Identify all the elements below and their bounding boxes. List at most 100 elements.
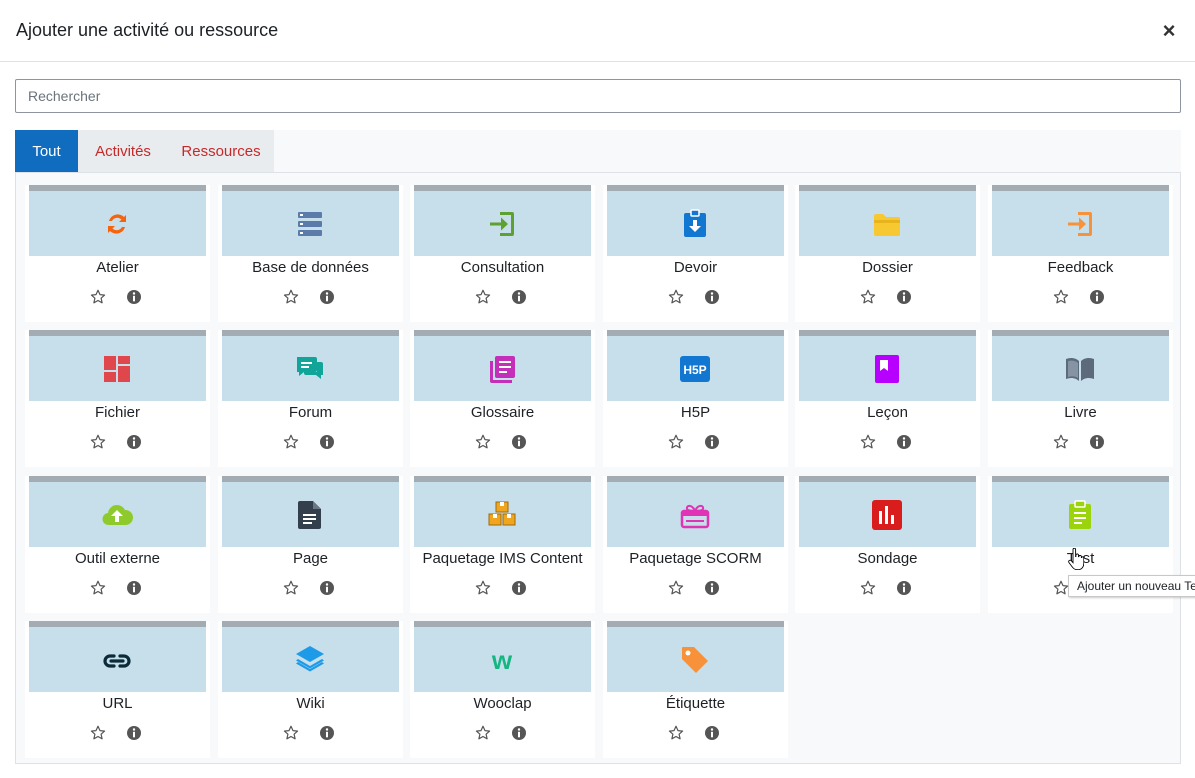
module-card-image[interactable] xyxy=(992,330,1169,401)
star-icon[interactable] xyxy=(668,580,684,596)
module-card[interactable]: Paquetage SCORM xyxy=(603,476,788,613)
module-card[interactable]: Page xyxy=(218,476,403,613)
module-card[interactable]: URL xyxy=(25,621,210,758)
module-card[interactable]: Wiki xyxy=(218,621,403,758)
module-name[interactable]: Livre xyxy=(988,404,1173,421)
module-card-image[interactable]: w xyxy=(414,621,591,692)
tab-resources[interactable]: Ressources xyxy=(168,130,274,172)
module-name[interactable]: Outil externe xyxy=(25,550,210,567)
module-card-image[interactable] xyxy=(414,476,591,547)
star-icon[interactable] xyxy=(860,580,876,596)
module-card-image[interactable]: H5P xyxy=(607,330,784,401)
module-name[interactable]: Fichier xyxy=(25,404,210,421)
star-icon[interactable] xyxy=(860,289,876,305)
star-icon[interactable] xyxy=(90,725,106,741)
module-name[interactable]: Feedback xyxy=(988,259,1173,276)
module-card[interactable]: Fichier xyxy=(25,330,210,467)
module-card-image[interactable] xyxy=(29,330,206,401)
module-card[interactable]: Étiquette xyxy=(603,621,788,758)
star-icon[interactable] xyxy=(283,580,299,596)
module-name[interactable]: Atelier xyxy=(25,259,210,276)
module-card-image[interactable] xyxy=(29,476,206,547)
module-name[interactable]: Paquetage IMS Content xyxy=(410,550,595,567)
module-card-image[interactable] xyxy=(607,621,784,692)
module-card[interactable]: Dossier xyxy=(795,185,980,322)
star-icon[interactable] xyxy=(283,434,299,450)
info-icon[interactable] xyxy=(704,289,720,305)
star-icon[interactable] xyxy=(90,289,106,305)
tab-activities[interactable]: Activités xyxy=(78,130,168,172)
info-icon[interactable] xyxy=(126,725,142,741)
star-icon[interactable] xyxy=(668,289,684,305)
module-card[interactable]: Consultation xyxy=(410,185,595,322)
info-icon[interactable] xyxy=(704,725,720,741)
info-icon[interactable] xyxy=(511,434,527,450)
module-name[interactable]: Consultation xyxy=(410,259,595,276)
module-name[interactable]: URL xyxy=(25,695,210,712)
star-icon[interactable] xyxy=(283,289,299,305)
module-card-image[interactable] xyxy=(222,476,399,547)
module-name[interactable]: Base de données xyxy=(218,259,403,276)
module-card[interactable]: H5P H5P xyxy=(603,330,788,467)
star-icon[interactable] xyxy=(90,434,106,450)
module-name[interactable]: Wooclap xyxy=(410,695,595,712)
info-icon[interactable] xyxy=(319,580,335,596)
star-icon[interactable] xyxy=(475,289,491,305)
info-icon[interactable] xyxy=(896,580,912,596)
module-card-image[interactable] xyxy=(992,185,1169,256)
star-icon[interactable] xyxy=(90,580,106,596)
star-icon[interactable] xyxy=(1053,434,1069,450)
star-icon[interactable] xyxy=(475,434,491,450)
module-card-image[interactable] xyxy=(222,621,399,692)
info-icon[interactable] xyxy=(319,289,335,305)
module-card-image[interactable] xyxy=(799,476,976,547)
module-name[interactable]: H5P xyxy=(603,404,788,421)
info-icon[interactable] xyxy=(319,434,335,450)
info-icon[interactable] xyxy=(126,289,142,305)
module-name[interactable]: Étiquette xyxy=(603,695,788,712)
module-name[interactable]: Page xyxy=(218,550,403,567)
star-icon[interactable] xyxy=(668,434,684,450)
module-card[interactable]: Devoir xyxy=(603,185,788,322)
module-card-image[interactable] xyxy=(799,185,976,256)
module-card-image[interactable] xyxy=(607,476,784,547)
module-name[interactable]: Wiki xyxy=(218,695,403,712)
module-card[interactable]: Paquetage IMS Content xyxy=(410,476,595,613)
module-card-image[interactable] xyxy=(29,621,206,692)
info-icon[interactable] xyxy=(896,434,912,450)
module-card[interactable]: Outil externe xyxy=(25,476,210,613)
module-name[interactable]: Forum xyxy=(218,404,403,421)
module-name[interactable]: Sondage xyxy=(795,550,980,567)
module-name[interactable]: Leçon xyxy=(795,404,980,421)
module-name[interactable]: Paquetage SCORM xyxy=(603,550,788,567)
module-card[interactable]: Leçon xyxy=(795,330,980,467)
module-name[interactable]: Devoir xyxy=(603,259,788,276)
star-icon[interactable] xyxy=(475,725,491,741)
info-icon[interactable] xyxy=(704,580,720,596)
tab-all[interactable]: Tout xyxy=(15,130,78,172)
module-card-image[interactable] xyxy=(992,476,1169,547)
module-card[interactable]: Glossaire xyxy=(410,330,595,467)
info-icon[interactable] xyxy=(1089,289,1105,305)
info-icon[interactable] xyxy=(126,434,142,450)
module-card-image[interactable] xyxy=(29,185,206,256)
module-card[interactable]: Base de données xyxy=(218,185,403,322)
info-icon[interactable] xyxy=(126,580,142,596)
info-icon[interactable] xyxy=(704,434,720,450)
star-icon[interactable] xyxy=(668,725,684,741)
module-card-image[interactable] xyxy=(607,185,784,256)
module-card-image[interactable] xyxy=(222,185,399,256)
star-icon[interactable] xyxy=(1053,580,1069,596)
star-icon[interactable] xyxy=(1053,289,1069,305)
info-icon[interactable] xyxy=(319,725,335,741)
close-button[interactable]: × xyxy=(1158,20,1180,42)
info-icon[interactable] xyxy=(511,580,527,596)
star-icon[interactable] xyxy=(860,434,876,450)
star-icon[interactable] xyxy=(283,725,299,741)
module-card-image[interactable] xyxy=(222,330,399,401)
star-icon[interactable] xyxy=(475,580,491,596)
module-card-image[interactable] xyxy=(414,185,591,256)
search-input[interactable] xyxy=(15,79,1181,113)
module-card[interactable]: Livre xyxy=(988,330,1173,467)
module-card-image[interactable] xyxy=(799,330,976,401)
